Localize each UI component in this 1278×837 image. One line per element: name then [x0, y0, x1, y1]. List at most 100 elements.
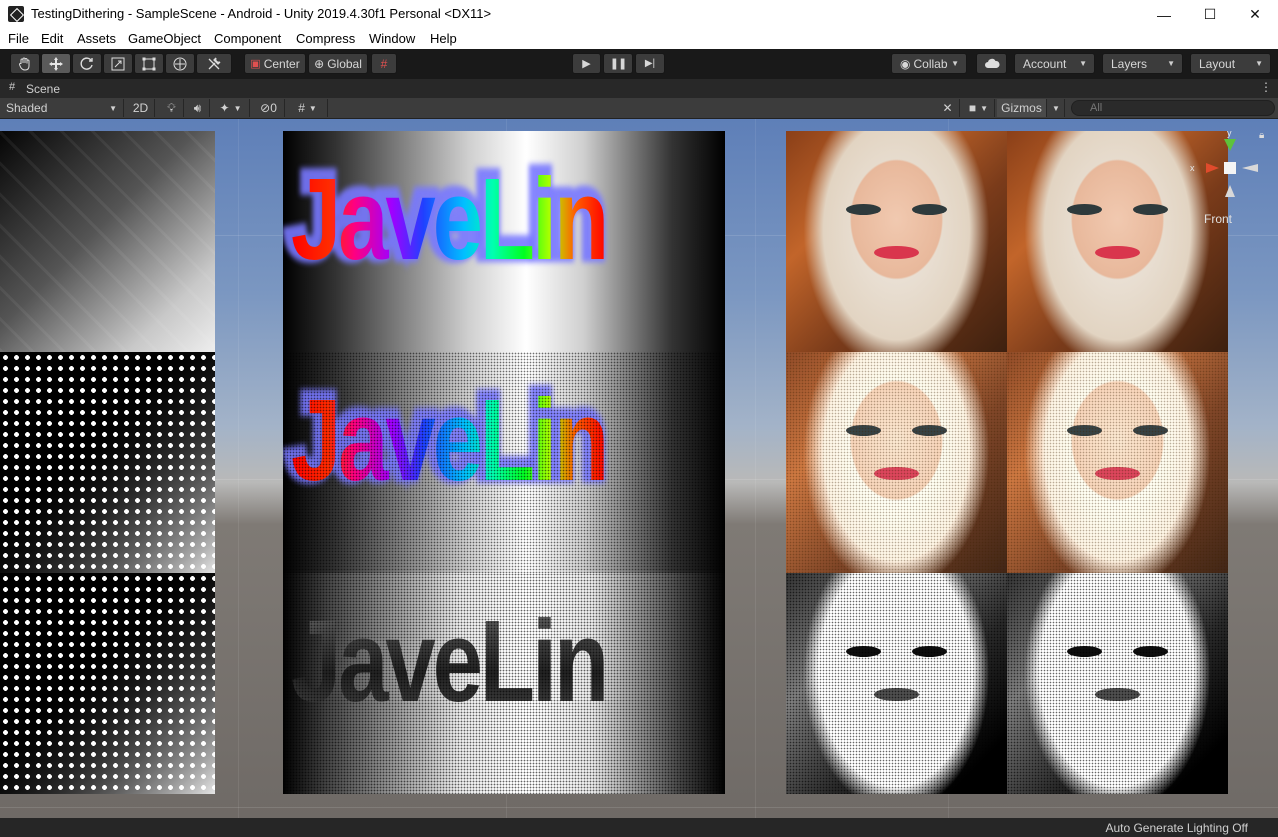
grid-dropdown[interactable]: # ▼ [288, 99, 328, 117]
portrait-bw-dither-quad[interactable] [786, 573, 1007, 794]
grid-line [755, 119, 756, 818]
gizmo-y-label: y [1227, 128, 1232, 138]
cloud-button[interactable] [976, 53, 1007, 74]
dropdown-arrow-icon: ▼ [951, 59, 959, 68]
portrait-image [1007, 573, 1228, 794]
portrait-bw-dither-quad[interactable] [1007, 573, 1228, 794]
shading-mode-label: Shaded [6, 101, 48, 115]
hidden-objects-toggle[interactable]: ⊘ 0 [253, 99, 285, 117]
menu-bar: File Edit Assets GameObject Component Co… [0, 29, 1278, 49]
layout-label: Layout [1199, 56, 1236, 71]
camera-dropdown[interactable]: ■ ▼ [963, 99, 995, 117]
collab-check-icon: ◉ [900, 56, 911, 71]
menu-file[interactable]: File [8, 31, 29, 46]
snap-toggle[interactable]: # [371, 53, 397, 74]
lightbulb-icon: 💡︎ [167, 100, 176, 115]
layout-dropdown[interactable]: Layout ▼ [1190, 53, 1271, 74]
play-button[interactable]: ▶ [572, 53, 601, 74]
portrait-image [1007, 352, 1228, 573]
scale-tool-button[interactable] [103, 53, 133, 74]
rotate-icon [80, 56, 93, 70]
gizmo-view-label[interactable]: Front [1204, 212, 1232, 226]
lighting-toggle[interactable]: 💡︎ [160, 99, 184, 117]
menu-help[interactable]: Help [430, 31, 457, 46]
collab-dropdown[interactable]: ◉ Collab ▼ [891, 53, 967, 74]
play-icon: ▶ [582, 58, 591, 70]
layers-dropdown[interactable]: Layers ▼ [1102, 53, 1183, 74]
gizmo-y-axis-cone[interactable] [1224, 139, 1236, 151]
tab-scene[interactable]: Scene [26, 82, 60, 96]
hand-icon [19, 57, 30, 71]
rect-tool-button[interactable] [134, 53, 164, 74]
shading-mode-dropdown[interactable]: Shaded ▼ [0, 99, 124, 117]
effects-dropdown[interactable]: ✦ ▼ [212, 99, 250, 117]
scene-tab-strip: # Scene ⋮ [0, 79, 1278, 98]
minimize-button[interactable]: — [1141, 0, 1187, 29]
pause-button[interactable]: ❚❚ [603, 53, 633, 74]
scene-view-toolbar: Shaded ▼ 2D 💡︎ 🔊︎ ✦ ▼ ⊘ 0 # ▼ ✕ ■ ▼ Gizmos ▼… [0, 98, 1278, 119]
menu-assets[interactable]: Assets [77, 31, 116, 46]
lighting-status[interactable]: Auto Generate Lighting Off [1105, 821, 1248, 835]
menu-component[interactable]: Component [214, 31, 281, 46]
move-tool-button[interactable] [41, 53, 71, 74]
gizmos-button[interactable]: Gizmos [997, 99, 1047, 117]
menu-compress[interactable]: Compress [296, 31, 355, 46]
portrait-original-quad[interactable] [786, 131, 1007, 352]
lock-icon[interactable]: 🔒︎ [1259, 130, 1264, 141]
gizmo-neg-y-cone[interactable] [1225, 185, 1235, 197]
dithered-gradient-quad[interactable] [0, 573, 215, 794]
dropdown-arrow-icon: ▼ [233, 103, 242, 113]
gizmo-neg-x-cone[interactable] [1242, 164, 1258, 172]
hand-tool-button[interactable] [10, 53, 40, 74]
scene-search-input[interactable]: All [1071, 100, 1275, 116]
scene-tools-button[interactable]: ✕ [936, 99, 960, 117]
audio-toggle[interactable]: 🔊︎ [186, 99, 210, 117]
custom-tool-button[interactable] [196, 53, 232, 74]
gizmo-x-axis-cone[interactable] [1206, 163, 1219, 173]
portrait-image [786, 131, 1007, 352]
effects-icon: ✦ [219, 101, 230, 115]
gizmos-dropdown[interactable]: ▼ [1048, 99, 1065, 117]
step-button[interactable]: ▶| [635, 53, 665, 74]
layers-label: Layers [1111, 56, 1148, 71]
portrait-color-dither-quad[interactable] [786, 352, 1007, 573]
tools-icon: ✕ [942, 101, 953, 115]
tab-menu-icon[interactable]: ⋮ [1260, 80, 1272, 94]
dropdown-arrow-icon: ▼ [109, 103, 117, 113]
title-bar: TestingDithering - SampleScene - Android… [0, 0, 1278, 29]
rotate-tool-button[interactable] [72, 53, 102, 74]
transform-tool-button[interactable] [165, 53, 195, 74]
dropdown-arrow-icon: ▼ [1255, 59, 1263, 68]
javelin-text: JaveLin [291, 375, 609, 505]
javelin-color-dither-quad[interactable]: JaveLin JaveLin [283, 352, 725, 573]
pivot-global-toggle[interactable]: ⊕ Global [308, 53, 368, 74]
pause-icon: ❚❚ [609, 58, 627, 70]
transform-icon [173, 57, 187, 70]
javelin-bw-dither-quad[interactable]: JaveLin [283, 573, 725, 794]
unity-editor-window: TestingDithering - SampleScene - Android… [0, 0, 1278, 837]
menu-edit[interactable]: Edit [41, 31, 63, 46]
scene-tab-icon: # [9, 81, 16, 93]
javelin-original-quad[interactable]: JaveLin JaveLin [283, 131, 725, 352]
unity-logo-icon [8, 6, 24, 22]
portrait-color-dither-quad[interactable] [1007, 352, 1228, 573]
dropdown-arrow-icon: ▼ [308, 103, 317, 113]
gizmo-center-cube[interactable] [1224, 162, 1236, 174]
menu-gameobject[interactable]: GameObject [128, 31, 201, 46]
gradient-quad[interactable] [0, 131, 215, 352]
speaker-icon: 🔊︎ [193, 100, 202, 115]
pivot-center-toggle[interactable]: ▣ Center [244, 53, 306, 74]
javelin-text-glow: JaveLin [283, 371, 611, 501]
eye-slash-icon: ⊘ [260, 101, 271, 115]
2d-mode-toggle[interactable]: 2D [127, 99, 155, 117]
menu-window[interactable]: Window [369, 31, 415, 46]
status-bar: Auto Generate Lighting Off [0, 818, 1278, 837]
rect-transform-icon [142, 57, 156, 70]
hidden-count: 0 [270, 101, 277, 115]
close-button[interactable]: ✕ [1232, 0, 1278, 29]
scene-viewport[interactable]: JaveLin JaveLin JaveLin JaveLin JaveLin … [0, 119, 1278, 818]
maximize-button[interactable]: ☐ [1187, 0, 1233, 29]
account-dropdown[interactable]: Account ▼ [1014, 53, 1095, 74]
dropdown-arrow-icon: ▼ [1079, 59, 1087, 68]
dithered-gradient-quad[interactable] [0, 352, 215, 573]
